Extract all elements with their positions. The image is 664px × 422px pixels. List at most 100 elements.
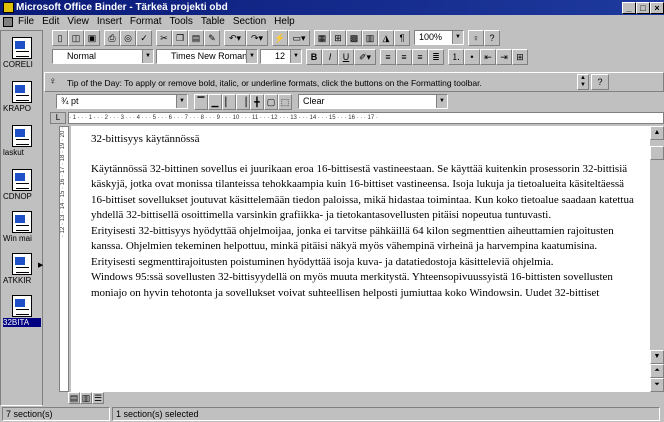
insert-excel-icon[interactable]: ▩ [346, 30, 362, 46]
highlight-icon[interactable]: ✐▾ [354, 49, 376, 65]
section-item-win-mai[interactable]: Win mai [3, 211, 41, 251]
redo-icon[interactable]: ↷▾ [246, 30, 268, 46]
font-select[interactable]: Times New Roman ▼ [156, 49, 258, 64]
bullets-icon[interactable]: • [464, 49, 480, 65]
zoom-select[interactable]: 100% ▼ [414, 30, 464, 45]
outline-view-icon[interactable]: ☰ [92, 392, 104, 404]
new-icon[interactable]: ▯ [52, 30, 68, 46]
section-label: laskut [3, 148, 24, 157]
decrease-indent-icon[interactable]: ⇤ [480, 49, 496, 65]
borders-icon[interactable]: ⊞ [512, 49, 528, 65]
menu-file[interactable]: File [14, 15, 38, 29]
increase-indent-icon[interactable]: ⇥ [496, 49, 512, 65]
menu-view[interactable]: View [63, 15, 93, 29]
ruler-ticks: · 1 · · · 1 · · · 2 · · · 3 · · · 4 · · … [69, 115, 378, 121]
insert-table-icon[interactable]: ⊞ [330, 30, 346, 46]
shading-select[interactable]: Clear ▼ [298, 94, 448, 109]
document-page[interactable]: 32-bittisyys käytännössä Käytännössä 32-… [71, 126, 650, 392]
justify-icon[interactable]: ≣ [428, 49, 444, 65]
formatting-toolbar: Normal ▼ Times New Roman ▼ 12 ▼ B I U ✐▾ ≡ … [44, 49, 664, 66]
italic-button[interactable]: I [322, 49, 338, 65]
menu-bar: File Edit View Insert Format Tools Table Sectio… [0, 15, 664, 29]
document-control-icon[interactable] [3, 17, 13, 27]
paste-icon[interactable]: ▤ [188, 30, 204, 46]
top-border-icon[interactable]: ▔ [194, 94, 208, 110]
scroll-thumb[interactable] [650, 146, 664, 160]
align-right-icon[interactable]: ≡ [412, 49, 428, 65]
print-preview-icon[interactable]: ◎ [120, 30, 136, 46]
section-item-atkkir[interactable]: ATKKIR ▶ [3, 253, 43, 293]
undo-icon[interactable]: ↶▾ [224, 30, 246, 46]
close-button[interactable]: × [650, 2, 664, 14]
scroll-up-arrow-icon[interactable]: ▲ [650, 126, 664, 140]
previous-page-icon[interactable]: ⏶ [650, 364, 664, 378]
numbering-icon[interactable]: ⒈ [448, 49, 464, 65]
autoformat-icon[interactable]: ⚡ [272, 30, 288, 46]
menu-insert[interactable]: Insert [93, 15, 126, 29]
document-icon [12, 211, 32, 233]
menu-format[interactable]: Format [126, 15, 166, 29]
underline-button[interactable]: U [338, 49, 354, 65]
copy-icon[interactable]: ❐ [172, 30, 188, 46]
binder-app-icon[interactable] [3, 2, 14, 13]
cut-icon[interactable]: ✂ [156, 30, 172, 46]
tip-text: Tip of the Day: To apply or remove bold,… [67, 78, 482, 88]
outside-border-icon[interactable]: ▢ [264, 94, 278, 110]
align-center-icon[interactable]: ≡ [396, 49, 412, 65]
selection-status: 1 section(s) selected [112, 407, 660, 421]
menu-table[interactable]: Table [197, 15, 229, 29]
maximize-button[interactable]: □ [636, 2, 650, 14]
section-item-coreli[interactable]: CORELI [3, 37, 41, 77]
style-select[interactable]: Normal ▼ [52, 49, 154, 64]
format-painter-icon[interactable]: ✎ [204, 30, 220, 46]
insert-address-icon[interactable]: ▭▾ [288, 30, 310, 46]
section-item-32bita[interactable]: 32BITA [3, 295, 41, 335]
open-icon[interactable]: ◫ [68, 30, 84, 46]
print-icon[interactable]: ⎙ [104, 30, 120, 46]
document-paragraph: Käytännössä 32-bittinen sovellus ei juur… [91, 162, 634, 222]
tip-help-icon[interactable]: ? [591, 74, 609, 90]
bottom-border-icon[interactable]: ▁ [208, 94, 222, 110]
tab-selector-button[interactable]: L [50, 112, 66, 124]
section-item-cdnop[interactable]: CDNOP [3, 169, 41, 209]
menu-section[interactable]: Section [229, 15, 270, 29]
bold-button[interactable]: B [306, 49, 322, 65]
menu-edit[interactable]: Edit [38, 15, 63, 29]
right-border-icon[interactable]: ▕ [236, 94, 250, 110]
no-border-icon[interactable]: ⬚ [278, 94, 292, 110]
minimize-button[interactable]: _ [622, 2, 636, 14]
tipwizard-icon[interactable]: ♀ [468, 30, 484, 46]
section-label: 32BITA [3, 318, 41, 327]
section-item-laskut[interactable]: laskut [3, 125, 41, 165]
document-paragraph: Erityisesti 32-bittisyys hyödyttää ohjel… [91, 224, 614, 268]
document-paragraph: Windows 95:ssä sovellusten 32-bittisyyde… [91, 271, 613, 299]
zoom-value: 100% [419, 32, 443, 42]
tables-borders-icon[interactable]: ▦ [314, 30, 330, 46]
horizontal-scrollbar[interactable]: ▤ ▥ ☰ [68, 392, 664, 404]
line-style-select[interactable]: ¾ pt ▼ [56, 94, 188, 109]
menu-tools[interactable]: Tools [166, 15, 197, 29]
section-item-krapo[interactable]: KRAPO [3, 81, 41, 121]
scroll-down-arrow-icon[interactable]: ▼ [650, 350, 664, 364]
drawing-icon[interactable]: ◮ [378, 30, 394, 46]
horizontal-ruler[interactable]: · 1 · · · 1 · · · 2 · · · 3 · · · 4 · · … [68, 112, 664, 124]
section-label: Win mai [3, 234, 32, 243]
spelling-icon[interactable]: ✓ [136, 30, 152, 46]
next-page-icon[interactable]: ⏷ [650, 378, 664, 392]
normal-view-icon[interactable]: ▤ [68, 392, 80, 404]
section-count: 7 section(s) [2, 407, 110, 421]
menu-help[interactable]: Help [270, 15, 299, 29]
page-layout-view-icon[interactable]: ▥ [80, 392, 92, 404]
align-left-icon[interactable]: ≡ [380, 49, 396, 65]
document-icon [12, 169, 32, 191]
left-border-icon[interactable]: ▏ [222, 94, 236, 110]
inside-border-icon[interactable]: ╋ [250, 94, 264, 110]
tip-scroll-button[interactable]: ▲ ▼ [577, 74, 589, 90]
help-icon[interactable]: ? [484, 30, 500, 46]
font-size-select[interactable]: 12 ▼ [260, 49, 302, 64]
columns-icon[interactable]: ▥ [362, 30, 378, 46]
save-icon[interactable]: ▣ [84, 30, 100, 46]
window-title: Microsoft Office Binder - Tärkeä projekt… [16, 2, 228, 13]
show-hide-icon[interactable]: ¶ [394, 30, 410, 46]
vertical-scrollbar[interactable]: ▲ ▼ ⏶ ⏷ [650, 126, 664, 392]
